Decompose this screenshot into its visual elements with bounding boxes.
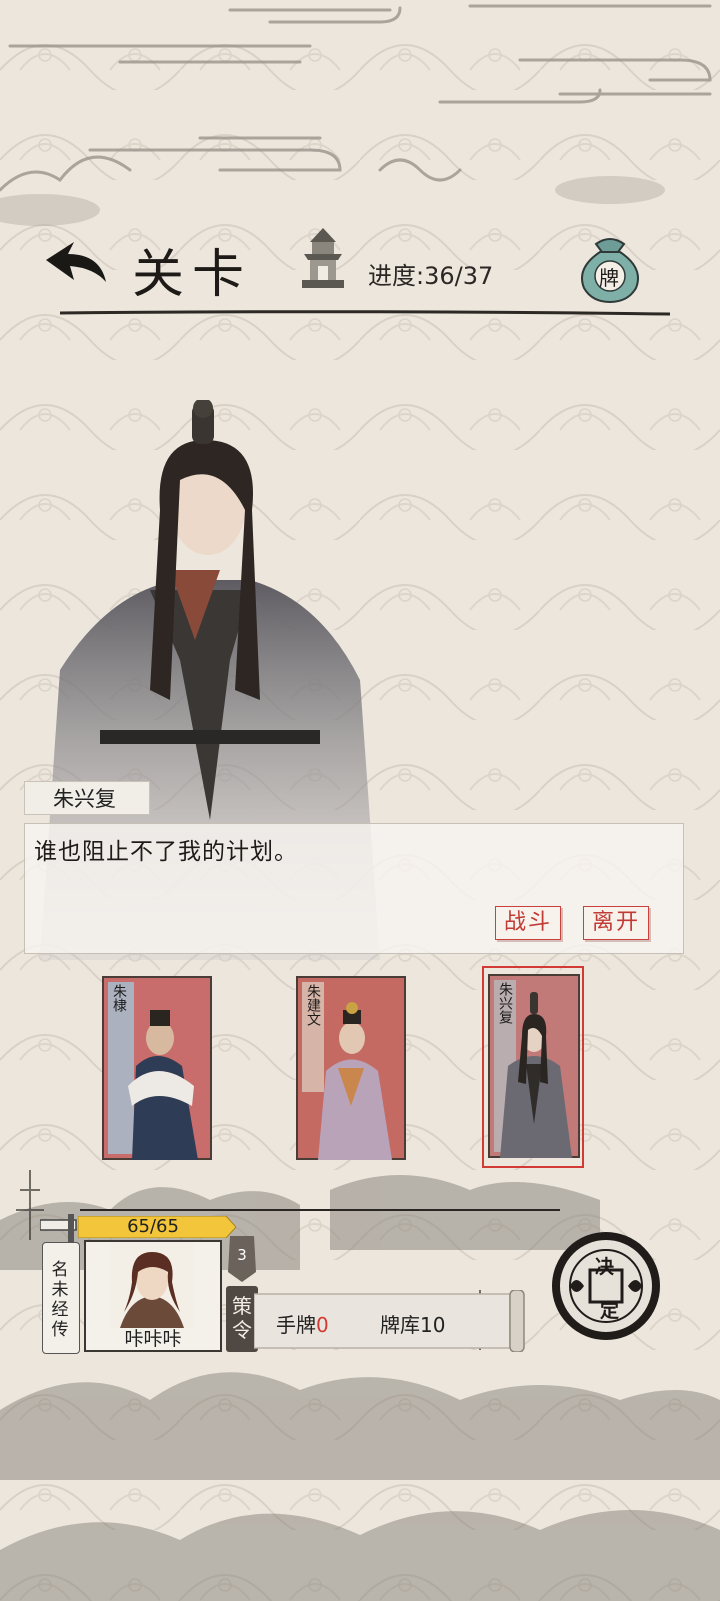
header-ink-divider	[60, 310, 670, 316]
leave-button[interactable]: 离开	[583, 906, 649, 940]
hand-label: 手牌	[276, 1313, 316, 1337]
command-count: 3	[237, 1246, 247, 1264]
progress-label: 进度:	[368, 262, 425, 290]
hero-title-text: 名未经传	[51, 1260, 69, 1340]
decide-label-2: 定	[600, 1300, 620, 1322]
ink-clouds-decoration	[0, 4, 712, 226]
progress-indicator: 进度:36/37	[368, 256, 493, 291]
hand-count: 0	[316, 1313, 329, 1337]
hand-cards[interactable]: 手牌0	[276, 1309, 329, 1338]
enemy-card-zhu-xingfu[interactable]: 朱兴复	[488, 974, 598, 1158]
back-arrow-icon	[46, 242, 106, 282]
hero-avatar	[110, 1242, 194, 1328]
hero-name: 咔咔咔	[124, 1328, 182, 1350]
command-label: 策令	[232, 1294, 252, 1342]
card-bag-label: 牌	[599, 266, 619, 290]
deck-label: 牌库	[380, 1313, 420, 1337]
deck-cards[interactable]: 牌库10	[380, 1309, 445, 1338]
page-title: 关卡	[132, 245, 253, 305]
card-name: 朱建文	[305, 984, 321, 1026]
decide-button[interactable]	[552, 1232, 660, 1340]
fight-button[interactable]: 战斗	[495, 906, 561, 940]
decide-label-1: 决	[595, 1256, 615, 1278]
card-name: 朱棣	[111, 984, 127, 1012]
banner-flag-icon	[40, 1214, 77, 1242]
pagoda-tower-icon	[302, 228, 344, 288]
speaker-name-tag: 朱兴复	[24, 781, 150, 815]
enemy-card-zhu-di[interactable]: 朱棣	[102, 976, 212, 1160]
progress-value: 36/37	[424, 262, 494, 290]
back-arrow-button[interactable]	[40, 238, 114, 296]
card-name: 朱兴复	[497, 982, 513, 1024]
deck-count: 10	[420, 1313, 446, 1337]
hp-text: 65/65	[127, 1216, 179, 1237]
enemy-card-zhu-jianwen[interactable]: 朱建文	[296, 976, 406, 1160]
card-bag-button[interactable]: 牌	[570, 232, 650, 304]
dialog-text: 谁也阻止不了我的计划。	[34, 839, 298, 865]
